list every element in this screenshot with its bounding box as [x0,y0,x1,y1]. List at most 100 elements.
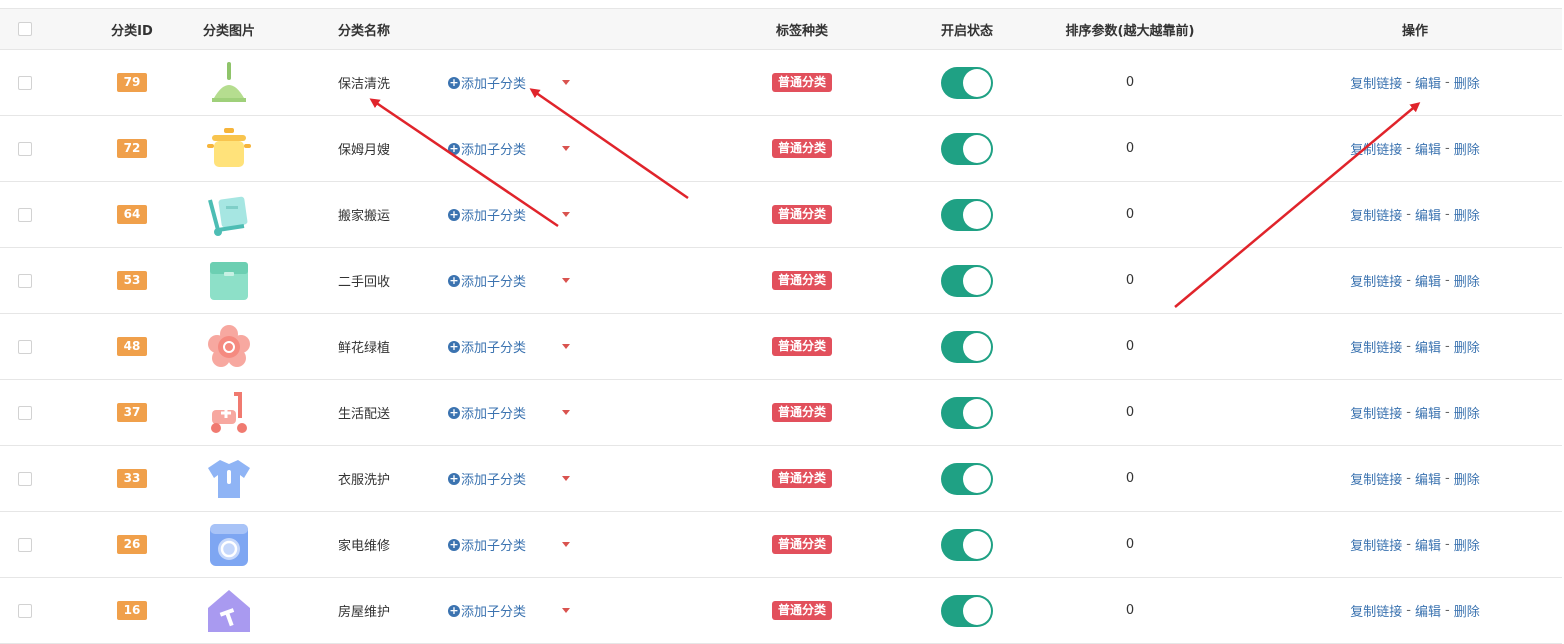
add-subcategory-link[interactable]: + 添加子分类 [448,337,526,356]
delete-button[interactable]: 删除 [1454,205,1480,224]
status-toggle[interactable] [941,462,993,495]
status-toggle[interactable] [941,66,993,99]
row-checkbox[interactable] [18,339,32,354]
copy-link-button[interactable]: 复制链接 [1350,337,1402,356]
edit-button[interactable]: 编辑 [1415,535,1441,554]
delete-button[interactable]: 删除 [1454,469,1480,488]
row-checkbox[interactable] [18,603,32,618]
id-badge: 33 [117,469,147,488]
delete-button[interactable]: 删除 [1454,73,1480,92]
caret-down-icon[interactable] [562,410,571,415]
delete-button[interactable]: 删除 [1454,535,1480,554]
copy-link-button[interactable]: 复制链接 [1350,469,1402,488]
image-cell [188,248,270,313]
status-cell [912,314,1022,379]
ops-separator: - [1445,141,1450,156]
add-subcategory-link[interactable]: + 添加子分类 [448,271,526,290]
add-subcategory-label: 添加子分类 [461,143,527,158]
edit-button[interactable]: 编辑 [1415,271,1441,290]
ops-separator: - [1445,339,1450,354]
row-checkbox[interactable] [18,537,32,552]
status-cell [912,182,1022,247]
delete-button[interactable]: 删除 [1454,337,1480,356]
caret-down-icon[interactable] [562,146,571,151]
row-checkbox[interactable] [18,141,32,156]
delete-button[interactable]: 删除 [1454,601,1480,620]
delete-button[interactable]: 删除 [1454,403,1480,422]
tag-type-badge: 普通分类 [771,469,832,488]
add-subcategory-link[interactable]: + 添加子分类 [448,535,526,554]
add-cell: + 添加子分类 [448,248,588,313]
copy-link-button[interactable]: 复制链接 [1350,403,1402,422]
add-subcategory-link[interactable]: + 添加子分类 [448,601,526,620]
plus-circle-icon: + [448,471,460,485]
delete-button[interactable]: 删除 [1454,139,1480,158]
header-tag-type: 标签种类 [775,23,828,39]
status-toggle[interactable] [941,198,993,231]
row-checkbox[interactable] [18,405,32,420]
row-checkbox[interactable] [18,273,32,288]
row-checkbox[interactable] [18,207,32,222]
ops-cell: 复制链接 - 编辑 - 删除 [1300,314,1530,379]
add-subcategory-link[interactable]: + 添加子分类 [448,403,526,422]
ops-separator: - [1406,405,1411,420]
caret-down-icon[interactable] [562,476,571,481]
image-cell [188,380,270,445]
edit-button[interactable]: 编辑 [1415,337,1441,356]
caret-down-icon[interactable] [562,80,571,85]
add-subcategory-link[interactable]: + 添加子分类 [448,139,526,158]
copy-link-button[interactable]: 复制链接 [1350,601,1402,620]
category-name: 房屋维护 [338,605,391,620]
copy-link-button[interactable]: 复制链接 [1350,205,1402,224]
category-name: 保洁清洗 [338,77,391,92]
status-toggle[interactable] [941,330,993,363]
ops-cell: 复制链接 - 编辑 - 删除 [1300,578,1530,643]
status-toggle[interactable] [941,528,993,561]
ops-separator: - [1445,273,1450,288]
ops-separator: - [1406,603,1411,618]
caret-down-icon[interactable] [562,542,571,547]
edit-button[interactable]: 编辑 [1415,205,1441,224]
edit-button[interactable]: 编辑 [1415,139,1441,158]
add-subcategory-link[interactable]: + 添加子分类 [448,205,526,224]
select-all-checkbox[interactable] [18,22,32,36]
status-toggle[interactable] [941,396,993,429]
category-name: 衣服洗护 [338,473,391,488]
copy-link-button[interactable]: 复制链接 [1350,139,1402,158]
row-select-cell [18,578,34,643]
delete-button[interactable]: 删除 [1454,271,1480,290]
add-subcategory-label: 添加子分类 [461,209,527,224]
row-checkbox[interactable] [18,471,32,486]
add-subcategory-label: 添加子分类 [461,473,527,488]
edit-button[interactable]: 编辑 [1415,469,1441,488]
status-toggle[interactable] [941,132,993,165]
id-cell: 53 [92,248,172,313]
tag-cell: 普通分类 [742,248,862,313]
status-toggle[interactable] [941,264,993,297]
table-row: 72 保姆月嫂 + 添加子分类 普通分类 0 复制链接 - 编辑 - 删除 [0,116,1562,182]
status-toggle[interactable] [941,594,993,627]
tag-cell: 普通分类 [742,116,862,181]
copy-link-button[interactable]: 复制链接 [1350,271,1402,290]
plus-circle-icon: + [448,207,460,221]
plus-circle-icon: + [448,603,460,617]
edit-button[interactable]: 编辑 [1415,403,1441,422]
row-checkbox[interactable] [18,75,32,90]
row-select-cell [18,50,34,115]
add-subcategory-link[interactable]: + 添加子分类 [448,73,526,92]
caret-down-icon[interactable] [562,278,571,283]
plus-circle-icon: + [448,75,460,89]
header-id: 分类ID [111,23,153,39]
caret-down-icon[interactable] [562,344,571,349]
tag-cell: 普通分类 [742,182,862,247]
add-subcategory-label: 添加子分类 [461,605,527,620]
row-select-cell [18,512,34,577]
copy-link-button[interactable]: 复制链接 [1350,535,1402,554]
add-subcategory-link[interactable]: + 添加子分类 [448,469,526,488]
caret-down-icon[interactable] [562,212,571,217]
status-cell [912,248,1022,313]
edit-button[interactable]: 编辑 [1415,601,1441,620]
caret-down-icon[interactable] [562,608,571,613]
copy-link-button[interactable]: 复制链接 [1350,73,1402,92]
edit-button[interactable]: 编辑 [1415,73,1441,92]
